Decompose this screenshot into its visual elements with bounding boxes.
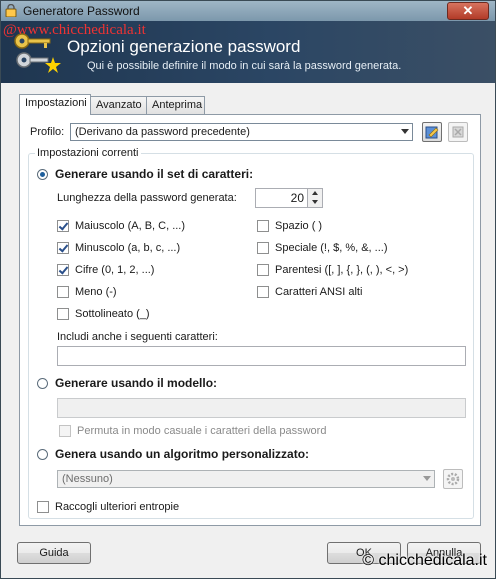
minus-checkbox[interactable]	[57, 286, 69, 298]
algorithm-options-button[interactable]	[443, 469, 463, 489]
save-profile-button[interactable]	[422, 122, 442, 142]
banner-heading: Opzioni generazione password	[67, 37, 301, 56]
tab-anteprima[interactable]: Anteprima	[146, 96, 205, 114]
title-bar: Generatore Password ✕	[1, 1, 495, 21]
brackets-checkbox[interactable]	[257, 264, 269, 276]
spin-down-icon[interactable]	[307, 198, 322, 207]
charset-radio[interactable]	[37, 169, 48, 180]
tab-avanzato[interactable]: Avanzato	[90, 96, 147, 114]
chevron-down-icon	[401, 129, 409, 134]
high-ansi-checkbox[interactable]	[257, 286, 269, 298]
settings-panel: Profilo: (Derivano da password precedent…	[19, 114, 481, 526]
charset-label: Generare usando il set di caratteri:	[55, 167, 254, 181]
brackets-label: Parentesi ([, ], {, }, (, ), <, >)	[275, 264, 409, 276]
pattern-radio[interactable]	[37, 378, 48, 389]
length-label: Lunghezza della password generata:	[57, 192, 237, 204]
pattern-input[interactable]	[57, 398, 466, 418]
delete-icon	[452, 126, 464, 138]
password-generator-window: Generatore Password ✕ Opzioni generazion…	[0, 0, 496, 579]
permute-checkbox[interactable]	[59, 425, 71, 437]
include-chars-input[interactable]	[57, 346, 466, 366]
underscore-checkbox[interactable]	[57, 308, 69, 320]
close-button[interactable]: ✕	[447, 2, 489, 20]
group-title: Impostazioni correnti	[35, 147, 141, 159]
entropy-checkbox[interactable]	[37, 501, 49, 513]
profile-value: (Derivano da password precedente)	[75, 126, 250, 138]
profile-label: Profilo:	[30, 126, 65, 138]
length-spinner[interactable]: 20	[255, 188, 323, 208]
profile-select[interactable]: (Derivano da password precedente)	[70, 123, 413, 141]
entropy-label: Raccogli ulteriori entropie	[55, 501, 180, 513]
space-label: Spazio ( )	[275, 220, 323, 232]
watermark-bottom: © chicchedicala.it	[362, 552, 487, 569]
special-checkbox[interactable]	[257, 242, 269, 254]
special-label: Speciale (!, $, %, &, ...)	[275, 242, 388, 254]
gear-icon	[446, 472, 460, 486]
custom-algorithm-select[interactable]: (Nessuno)	[57, 470, 435, 488]
custom-algorithm-radio[interactable]	[37, 449, 48, 460]
custom-algorithm-value: (Nessuno)	[62, 473, 113, 485]
watermark-top: @www.chicchedicala.it	[3, 22, 146, 38]
help-button[interactable]: Guida	[17, 542, 91, 564]
banner-subtitle: Qui è possibile definire il modo in cui …	[87, 60, 402, 72]
current-settings-group: Impostazioni correnti Generare usando il…	[28, 147, 474, 519]
edit-icon	[425, 126, 439, 139]
spin-up-icon[interactable]	[307, 189, 322, 198]
chevron-down-icon	[423, 476, 431, 481]
pattern-label: Generare usando il modello:	[55, 376, 218, 390]
uppercase-label: Maiuscolo (A, B, C, ...)	[75, 220, 186, 232]
lowercase-checkbox[interactable]	[57, 242, 69, 254]
minus-label: Meno (-)	[75, 286, 117, 298]
underscore-label: Sottolineato (_)	[75, 308, 150, 320]
window-title: Generatore Password	[23, 4, 140, 18]
space-checkbox[interactable]	[257, 220, 269, 232]
tab-impostazioni[interactable]: Impostazioni	[19, 94, 91, 115]
permute-label: Permuta in modo casuale i caratteri dell…	[77, 425, 327, 437]
delete-profile-button[interactable]	[448, 122, 468, 142]
high-ansi-label: Caratteri ANSI alti	[275, 286, 363, 298]
custom-algorithm-label: Genera usando un algoritmo personalizzat…	[55, 447, 310, 461]
digits-label: Cifre (0, 1, 2, ...)	[75, 264, 155, 276]
lock-icon	[5, 4, 17, 17]
lowercase-label: Minuscolo (a, b, c, ...)	[75, 242, 181, 254]
uppercase-checkbox[interactable]	[57, 220, 69, 232]
include-label: Includi anche i seguenti caratteri:	[57, 331, 218, 343]
length-value: 20	[290, 191, 304, 205]
digits-checkbox[interactable]	[57, 264, 69, 276]
